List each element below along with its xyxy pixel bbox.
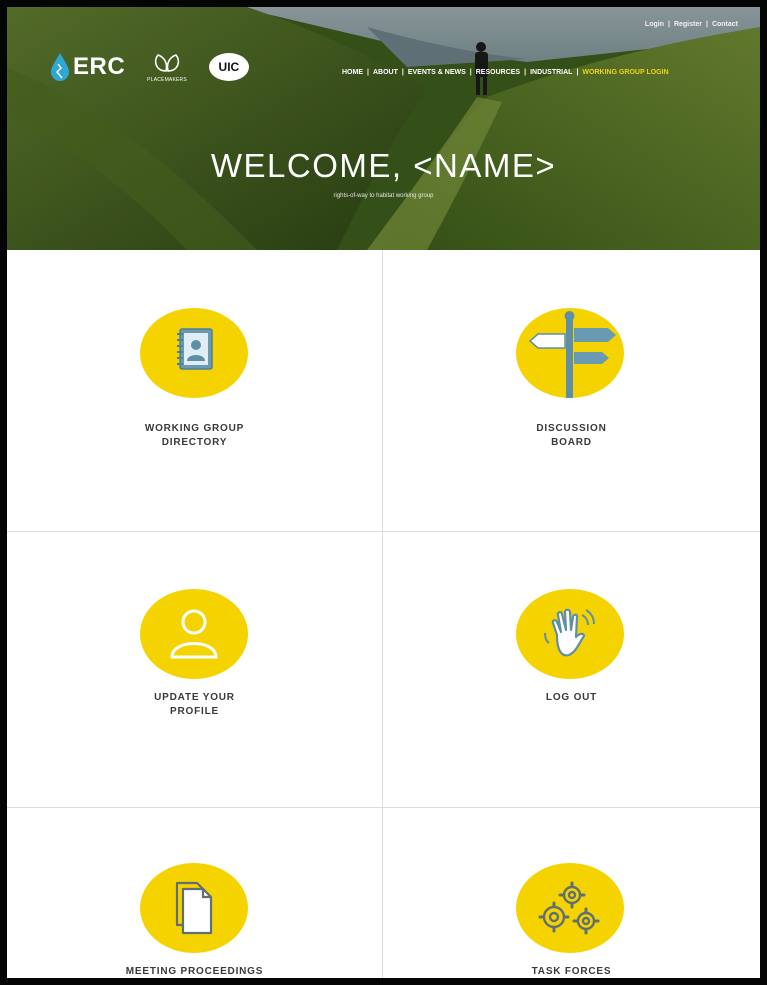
tile-label-line: UPDATE YOUR <box>154 692 235 703</box>
tile-label-line: BOARD <box>551 437 592 448</box>
tile-label-line: DISCUSSION <box>536 423 607 434</box>
documents-icon <box>175 881 213 935</box>
tile-label: LOG OUT <box>383 691 760 705</box>
tile-label-line: TASK FORCES <box>531 966 612 977</box>
tile-label: DISCUSSION BOARD <box>383 422 760 450</box>
tile-label-line: LOG OUT <box>545 692 598 703</box>
nav-separator: | <box>401 69 404 76</box>
user-icon <box>170 609 218 659</box>
register-link[interactable]: Register <box>674 21 702 28</box>
tile-icon-circle <box>140 863 248 953</box>
signpost-icon <box>528 311 616 398</box>
nav-separator: | <box>705 21 708 28</box>
tile-label-line: WORKING GROUP <box>144 423 245 434</box>
tile-meeting-proceedings[interactable]: MEETING PROCEEDINGS <box>7 808 383 978</box>
dashboard-tile-grid: WORKING GROUP DIRECTORY DISCUSSION BOARD <box>7 250 760 978</box>
page-frame: Login | Register | Contact ERC PLACEMAKE… <box>0 0 767 985</box>
hero-banner: Login | Register | Contact ERC PLACEMAKE… <box>7 7 760 250</box>
nav-working-group-login[interactable]: WORKING GROUP LOGIN <box>582 69 668 76</box>
tile-icon-circle <box>516 589 624 679</box>
tile-icon-circle <box>516 863 624 953</box>
nav-about[interactable]: ABOUT <box>373 69 398 76</box>
nav-separator: | <box>524 69 527 76</box>
tile-label-line: PROFILE <box>170 706 219 717</box>
top-utility-nav: Login | Register | Contact <box>645 21 738 28</box>
waving-hand-icon <box>544 608 595 657</box>
tile-discussion-board[interactable]: DISCUSSION BOARD <box>383 250 760 532</box>
tile-label-line: DIRECTORY <box>161 437 228 448</box>
tile-label: WORKING GROUP DIRECTORY <box>7 422 382 450</box>
nav-resources[interactable]: RESOURCES <box>476 69 520 76</box>
tile-log-out[interactable]: LOG OUT <box>383 532 760 808</box>
welcome-subtitle: rights-of-way to habitat working group <box>333 193 434 199</box>
nav-industrial[interactable]: INDUSTRIAL <box>530 69 572 76</box>
tile-icon-circle <box>140 308 248 398</box>
nav-separator: | <box>367 69 369 76</box>
erc-logo[interactable]: ERC <box>49 52 125 82</box>
gears-icon <box>538 881 600 935</box>
water-drop-icon <box>51 53 69 81</box>
hero-landscape-image <box>7 7 760 250</box>
tile-label: TASK FORCES <box>383 965 760 978</box>
nav-separator: | <box>576 69 579 76</box>
tile-icon-circle <box>516 308 624 398</box>
placemakers-logo[interactable]: PLACEMAKERS <box>147 51 187 83</box>
erc-logo-text: ERC <box>73 53 126 80</box>
nav-separator: | <box>667 21 670 28</box>
nav-separator: | <box>469 69 472 76</box>
nav-home[interactable]: HOME <box>342 69 363 76</box>
tile-task-forces[interactable]: TASK FORCES <box>383 808 760 978</box>
tile-label: UPDATE YOUR PROFILE <box>7 691 382 719</box>
placemakers-caption: PLACEMAKERS <box>147 77 187 83</box>
leaves-icon <box>154 54 180 72</box>
main-nav: HOME | ABOUT | EVENTS & NEWS | RESOURCES… <box>342 69 669 76</box>
welcome-heading: WELCOME, <NAME> <box>210 147 557 184</box>
tile-icon-circle <box>140 589 248 679</box>
login-link[interactable]: Login <box>645 21 664 28</box>
tile-label-line: MEETING PROCEEDINGS <box>125 966 264 977</box>
uic-logo-text: UIC <box>218 60 240 74</box>
nav-events-news[interactable]: EVENTS & NEWS <box>408 69 466 76</box>
uic-logo[interactable]: UIC <box>208 53 249 81</box>
tile-update-your-profile[interactable]: UPDATE YOUR PROFILE <box>7 532 383 808</box>
tile-label: MEETING PROCEEDINGS <box>7 965 382 978</box>
contact-link[interactable]: Contact <box>712 21 738 28</box>
tile-working-group-directory[interactable]: WORKING GROUP DIRECTORY <box>7 250 383 532</box>
partner-logos: ERC PLACEMAKERS UIC <box>49 51 249 83</box>
contact-book-icon <box>177 328 213 370</box>
